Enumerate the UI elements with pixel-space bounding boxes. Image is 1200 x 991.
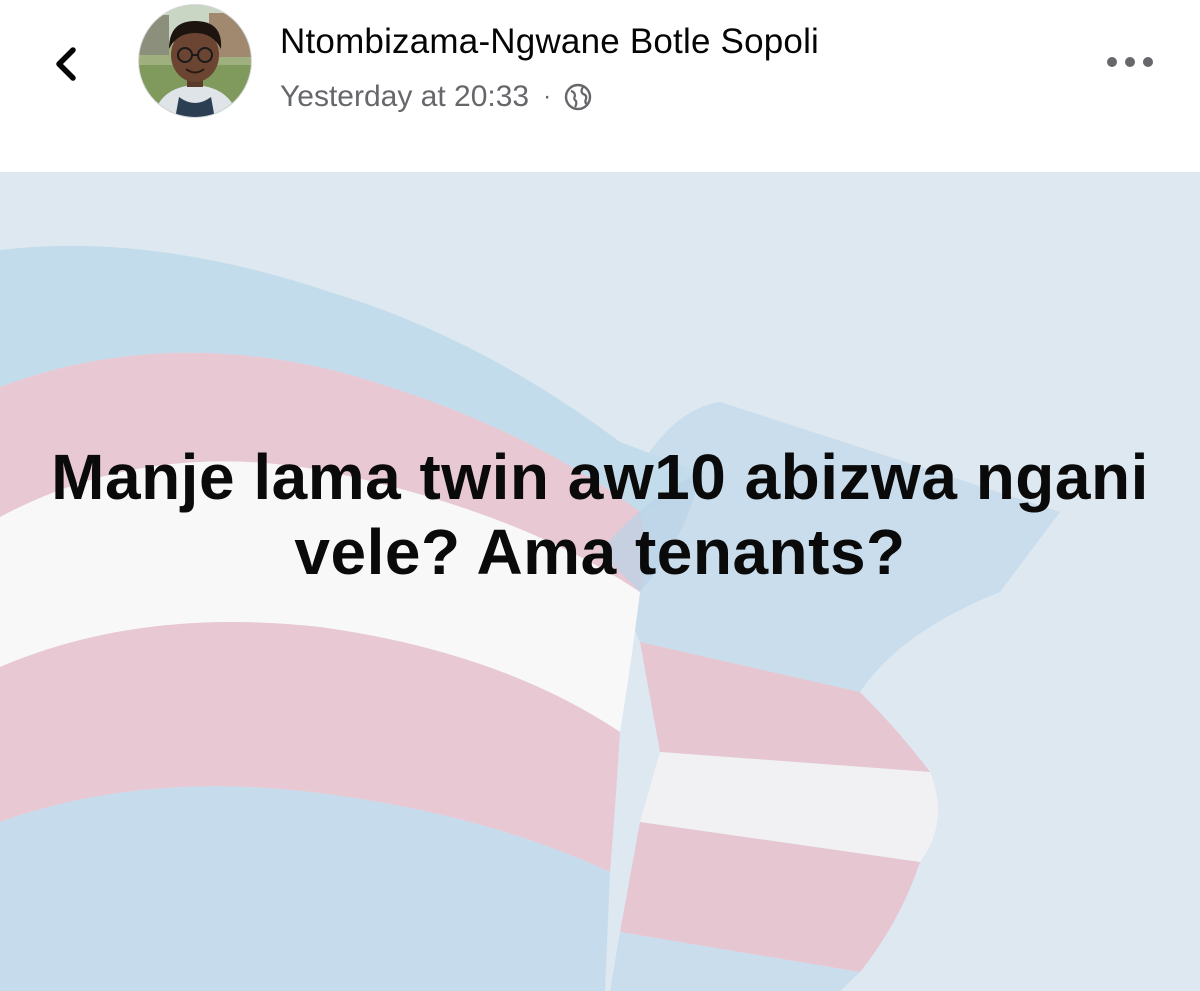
post-meta: Yesterday at 20:33 · bbox=[280, 77, 593, 117]
more-horizontal-icon bbox=[1107, 57, 1153, 67]
more-options-button[interactable] bbox=[1098, 48, 1162, 76]
avatar-image bbox=[139, 5, 251, 117]
author-name[interactable]: Ntombizama-Ngwane Botle Sopoli bbox=[280, 22, 819, 62]
post-header: Ntombizama-Ngwane Botle Sopoli Yesterday… bbox=[0, 0, 1200, 172]
post-text: Manje lama twin aw10 abizwa ngani vele? … bbox=[51, 441, 1149, 588]
back-button[interactable] bbox=[40, 38, 92, 90]
meta-separator: · bbox=[543, 83, 552, 110]
chevron-left-icon bbox=[56, 47, 76, 81]
facebook-post-view: Ntombizama-Ngwane Botle Sopoli Yesterday… bbox=[0, 0, 1200, 991]
post-timestamp[interactable]: Yesterday at 20:33 bbox=[280, 80, 529, 114]
author-avatar[interactable] bbox=[138, 4, 252, 118]
globe-icon[interactable] bbox=[563, 82, 593, 112]
status-post-card[interactable]: Manje lama twin aw10 abizwa ngani vele? … bbox=[0, 172, 1200, 991]
